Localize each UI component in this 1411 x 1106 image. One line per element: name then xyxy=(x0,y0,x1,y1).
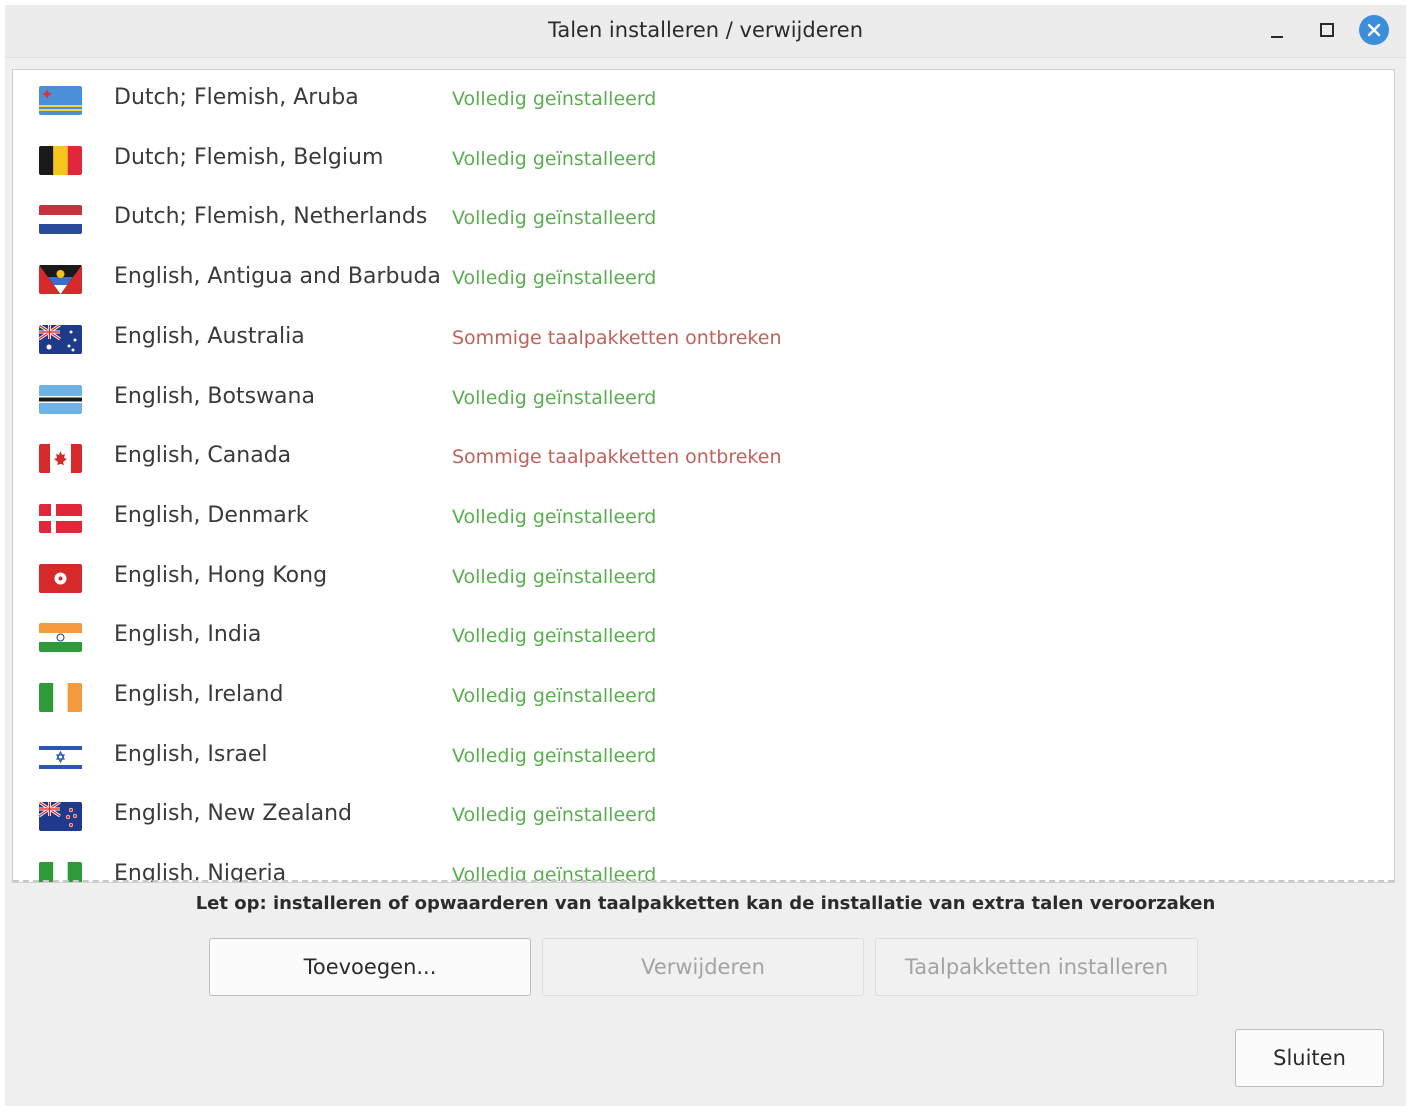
close-window-button[interactable] xyxy=(1358,14,1390,46)
denmark-flag-icon xyxy=(39,503,82,533)
install-note: Let op: installeren of opwaarderen van t… xyxy=(195,893,1216,914)
canada-flag-icon xyxy=(39,444,82,474)
israel-flag-icon xyxy=(39,742,82,772)
language-label: Dutch; Flemish, Netherlands xyxy=(114,204,428,230)
install-status: Volledig geïnstalleerd xyxy=(452,386,657,409)
language-label: English, Denmark xyxy=(114,502,309,528)
language-row[interactable]: English, Australia Sommige taalpakketten … xyxy=(13,309,1394,369)
install-status: Volledig geïnstalleerd xyxy=(452,505,657,528)
language-row[interactable]: English, Nigeria Volledig geïnstalleerd xyxy=(13,846,1394,882)
close-icon xyxy=(1359,15,1389,45)
language-label: Dutch; Flemish, Aruba xyxy=(114,85,359,110)
language-label: English, Botswana xyxy=(114,383,315,409)
language-row[interactable]: English, India Volledig geïnstalleerd xyxy=(13,607,1394,667)
language-label: English, Hong Kong xyxy=(114,562,328,588)
netherlands-flag-icon xyxy=(39,205,82,235)
install-status: Sommige taalpakketten ontbreken xyxy=(452,446,782,469)
install-status: Volledig geïnstalleerd xyxy=(452,88,657,110)
antigua-flag-icon xyxy=(39,265,82,295)
language-label: English, India xyxy=(114,622,262,648)
language-row[interactable]: English, Ireland Volledig geïnstalleerd xyxy=(13,667,1394,727)
aruba-flag-icon xyxy=(39,86,82,115)
australia-flag-icon xyxy=(39,324,82,354)
language-label: English, New Zealand xyxy=(114,801,352,827)
add-button[interactable]: Toevoegen... xyxy=(209,938,531,996)
ireland-flag-icon xyxy=(39,683,82,712)
remove-button[interactable]: Verwijderen xyxy=(542,938,864,996)
install-status: Sommige taalpakketten ontbreken xyxy=(452,326,782,349)
botswana-flag-icon xyxy=(39,384,82,414)
install-status: Volledig geïnstalleerd xyxy=(452,565,657,588)
install-language-packs-button[interactable]: Taalpakketten installeren xyxy=(875,938,1198,996)
language-row[interactable]: English, Israel Volledig geïnstalleerd xyxy=(13,727,1394,787)
language-row[interactable]: English, Botswana Volledig geïnstalleerd xyxy=(13,369,1394,429)
window-title: Talen installeren / verwijderen xyxy=(547,18,864,42)
language-row[interactable]: English, Denmark Volledig geïnstalleerd xyxy=(13,488,1394,548)
close-button[interactable]: Sluiten xyxy=(1235,1029,1384,1087)
language-row[interactable]: Dutch; Flemish, Aruba Volledig geïnstalle… xyxy=(13,70,1394,130)
language-label: English, Israel xyxy=(114,741,268,767)
language-label: English, Australia xyxy=(114,323,305,349)
belgium-flag-icon xyxy=(39,145,82,175)
language-label: English, Antigua and Barbuda xyxy=(114,264,441,290)
install-status: Volledig geïnstalleerd xyxy=(452,207,657,230)
language-settings-window: Talen installeren / verwijderen Dutch; F… xyxy=(5,5,1406,1106)
install-status: Volledig geïnstalleerd xyxy=(452,147,657,170)
india-flag-icon xyxy=(39,623,82,653)
language-row[interactable]: Dutch; Flemish, Belgium Volledig geïnstal… xyxy=(13,130,1394,190)
language-row[interactable]: Dutch; Flemish, Netherlands Volledig geïn… xyxy=(13,189,1394,249)
maximize-button[interactable] xyxy=(1311,14,1343,46)
install-status: Volledig geïnstalleerd xyxy=(452,685,657,707)
language-row[interactable]: English, Canada Sommige taalpakketten ont… xyxy=(13,428,1394,488)
newzealand-flag-icon xyxy=(39,802,82,832)
install-status: Volledig geïnstalleerd xyxy=(452,625,657,648)
language-row[interactable]: English, Hong Kong Volledig geïnstalleerd xyxy=(13,548,1394,608)
language-list[interactable]: Dutch; Flemish, Aruba Volledig geïnstalle… xyxy=(12,69,1395,883)
minimize-icon xyxy=(1271,36,1283,38)
title-bar: Talen installeren / verwijderen xyxy=(5,5,1406,58)
maximize-icon xyxy=(1320,23,1334,37)
install-status: Volledig geïnstalleerd xyxy=(452,267,657,290)
minimize-button[interactable] xyxy=(1261,14,1293,46)
language-label: Dutch; Flemish, Belgium xyxy=(114,144,384,170)
list-bottom-divider xyxy=(13,880,1394,882)
language-row[interactable]: English, Antigua and Barbuda Volledig geï… xyxy=(13,249,1394,309)
install-status: Volledig geïnstalleerd xyxy=(452,744,657,767)
hongkong-flag-icon xyxy=(39,563,82,593)
language-row[interactable]: English, New Zealand Volledig geïnstallee… xyxy=(13,786,1394,846)
language-label: English, Ireland xyxy=(114,682,284,707)
install-status: Volledig geïnstalleerd xyxy=(452,804,657,827)
language-label: English, Canada xyxy=(114,443,292,469)
